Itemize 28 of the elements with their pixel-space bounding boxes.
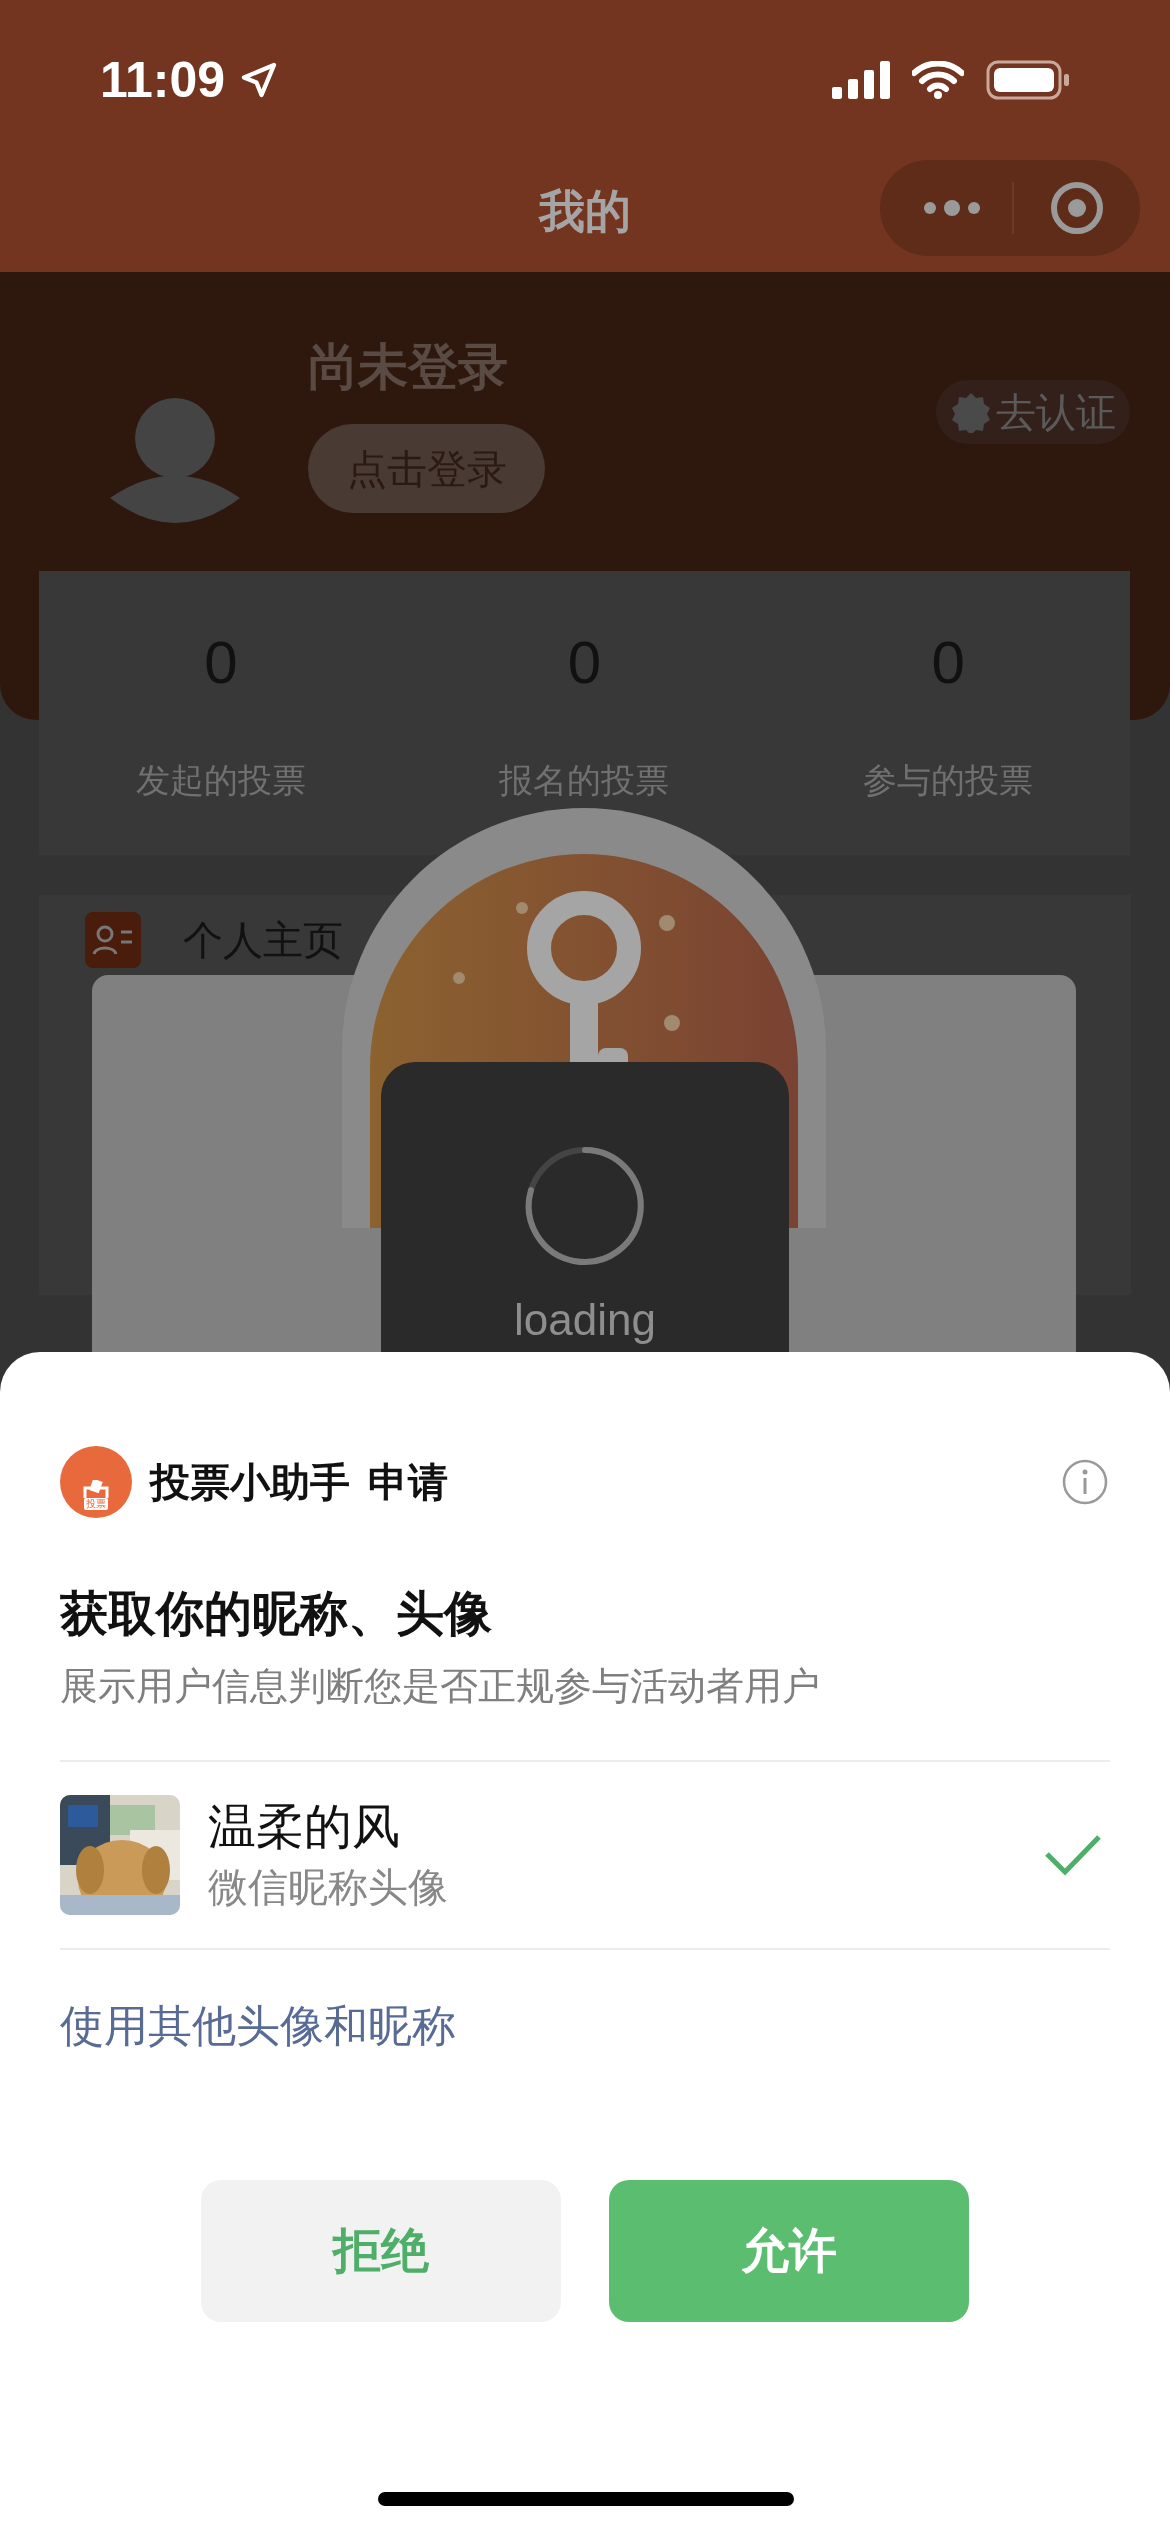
loading-text: loading xyxy=(514,1294,656,1346)
profile-card-icon xyxy=(85,912,141,968)
battery-icon xyxy=(986,60,1070,100)
spinner-icon xyxy=(523,1144,647,1268)
use-other-profile-link[interactable]: 使用其他头像和昵称 xyxy=(60,1996,456,2056)
stat-label[interactable]: 发起的投票 xyxy=(135,755,306,806)
badge-icon xyxy=(950,391,992,433)
ballot-icon xyxy=(81,1480,111,1498)
permission-title: 获取你的昵称、头像 xyxy=(60,1586,493,1642)
allow-button[interactable]: 允许 xyxy=(609,2180,969,2322)
status-time: 11:09 xyxy=(100,50,226,110)
app-name: 投票小助手 xyxy=(150,1459,350,1506)
request-label: 申请 xyxy=(368,1459,448,1506)
verify-button[interactable]: 去认证 xyxy=(936,380,1130,444)
account-name: 温柔的风 xyxy=(208,1799,401,1855)
app-logo-label: 投票 xyxy=(84,1498,108,1510)
close-icon[interactable] xyxy=(1050,181,1104,235)
account-subtitle: 微信昵称头像 xyxy=(208,1864,448,1911)
page-title: 我的 xyxy=(539,183,631,239)
signal-icon xyxy=(832,61,890,99)
more-icon[interactable] xyxy=(922,200,982,216)
wifi-icon xyxy=(912,61,964,99)
stat-label[interactable]: 参与的投票 xyxy=(863,755,1034,806)
info-icon[interactable] xyxy=(1062,1459,1108,1505)
stat-label[interactable]: 报名的投票 xyxy=(499,755,670,806)
permission-description: 展示用户信息判断您是否正规参与活动者用户 xyxy=(60,1664,821,1709)
reject-button[interactable]: 拒绝 xyxy=(201,2180,561,2322)
account-option[interactable]: 温柔的风 微信昵称头像 xyxy=(60,1762,1110,1948)
